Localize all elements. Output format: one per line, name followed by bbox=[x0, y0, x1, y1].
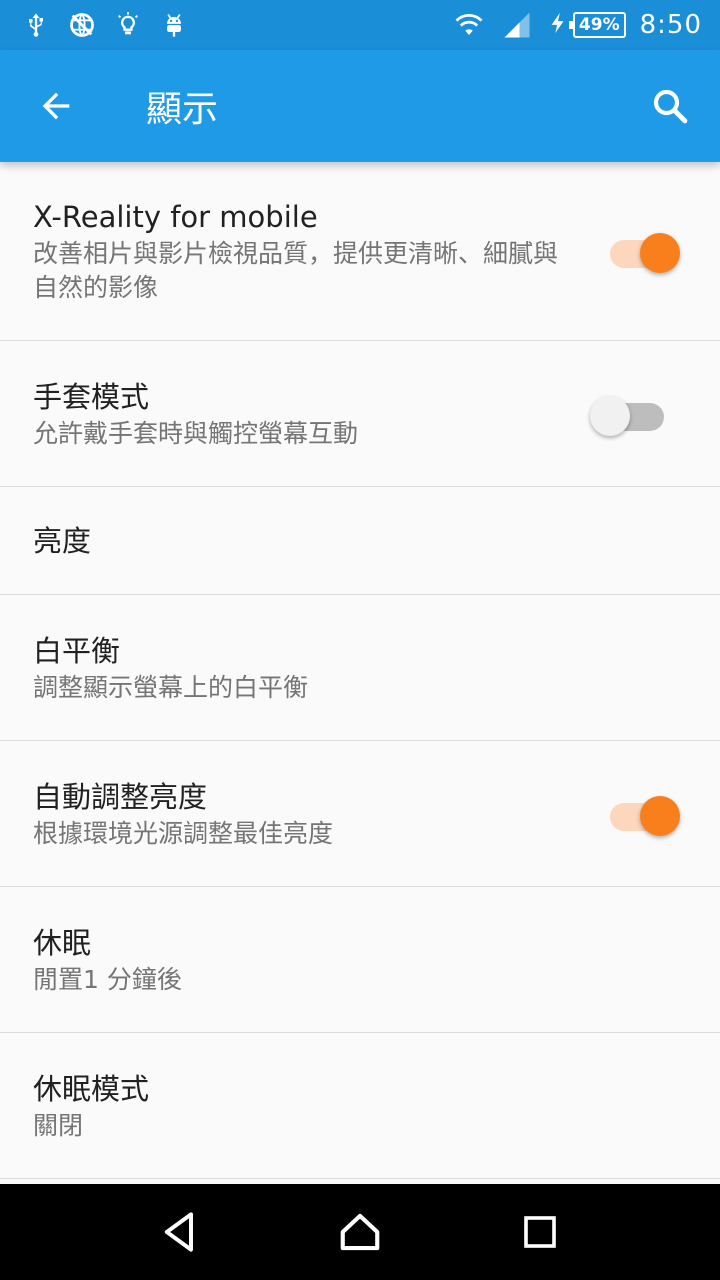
page-title: 顯示 bbox=[146, 89, 219, 130]
lightbulb-icon bbox=[114, 11, 142, 39]
glove-mode-toggle[interactable] bbox=[590, 392, 670, 436]
home-icon bbox=[340, 1213, 380, 1251]
arrow-back-icon bbox=[42, 92, 70, 120]
setting-glove-mode[interactable]: 手套模式 允許戴手套時與觸控螢幕互動 bbox=[0, 341, 720, 487]
setting-title: 手套模式 bbox=[33, 379, 150, 414]
setting-white-balance[interactable]: 白平衡 調整顯示螢幕上的白平衡 bbox=[0, 595, 720, 741]
setting-title: 休眠 bbox=[33, 925, 92, 960]
square-recents-icon bbox=[524, 1216, 556, 1248]
toggle-thumb bbox=[590, 395, 630, 436]
nav-recents-button[interactable] bbox=[500, 1192, 580, 1272]
back-button[interactable] bbox=[0, 50, 112, 162]
android-debug-icon bbox=[160, 11, 188, 39]
search-icon bbox=[653, 89, 688, 124]
x-reality-toggle[interactable] bbox=[610, 229, 680, 273]
battery-indicator: 49% bbox=[547, 10, 626, 40]
setting-sleep-mode[interactable]: 休眠模式 關閉 bbox=[0, 1033, 720, 1179]
wifi-icon bbox=[451, 11, 487, 39]
setting-title: 白平衡 bbox=[33, 633, 121, 668]
nav-home-button[interactable] bbox=[320, 1192, 400, 1272]
notification-icons bbox=[22, 11, 188, 39]
setting-x-reality[interactable]: X-Reality for mobile 改善相片與影片檢視品質，提供更清晰、細… bbox=[0, 162, 720, 341]
setting-summary: 改善相片與影片檢視品質，提供更清晰、細膩與自然的影像 bbox=[33, 239, 559, 302]
setting-title: 休眠模式 bbox=[33, 1071, 150, 1106]
setting-summary: 允許戴手套時與觸控螢幕互動 bbox=[33, 418, 359, 448]
battery-percent: 49% bbox=[568, 12, 626, 38]
setting-title: X-Reality for mobile bbox=[33, 200, 318, 234]
clock: 8:50 bbox=[639, 10, 702, 40]
toggle-thumb bbox=[640, 795, 680, 836]
cell-signal-icon bbox=[501, 11, 533, 39]
nav-back-button[interactable] bbox=[140, 1192, 220, 1272]
setting-summary: 閒置1 分鐘後 bbox=[33, 964, 182, 994]
navigation-bar bbox=[0, 1184, 720, 1280]
charging-bolt-icon bbox=[547, 10, 569, 40]
setting-brightness[interactable]: 亮度 bbox=[0, 487, 720, 595]
status-bar: 49% 8:50 bbox=[0, 0, 720, 50]
app-bar: 顯示 bbox=[0, 50, 720, 162]
adaptive-brightness-toggle[interactable] bbox=[610, 792, 680, 836]
usb-icon bbox=[22, 11, 50, 39]
search-button[interactable] bbox=[620, 50, 720, 162]
system-icons: 49% 8:50 bbox=[451, 10, 702, 40]
setting-adaptive-brightness[interactable]: 自動調整亮度 根據環境光源調整最佳亮度 bbox=[0, 741, 720, 887]
setting-summary: 根據環境光源調整最佳亮度 bbox=[33, 818, 334, 848]
setting-title: 自動調整亮度 bbox=[33, 779, 208, 814]
globe-off-icon bbox=[68, 11, 96, 39]
triangle-back-icon bbox=[164, 1212, 193, 1252]
toggle-thumb bbox=[640, 233, 680, 273]
setting-summary: 關閉 bbox=[33, 1110, 84, 1140]
settings-list: X-Reality for mobile 改善相片與影片檢視品質，提供更清晰、細… bbox=[0, 162, 720, 1184]
setting-title: 亮度 bbox=[33, 523, 92, 558]
setting-sleep[interactable]: 休眠 閒置1 分鐘後 bbox=[0, 887, 720, 1033]
setting-summary: 調整顯示螢幕上的白平衡 bbox=[33, 672, 309, 702]
